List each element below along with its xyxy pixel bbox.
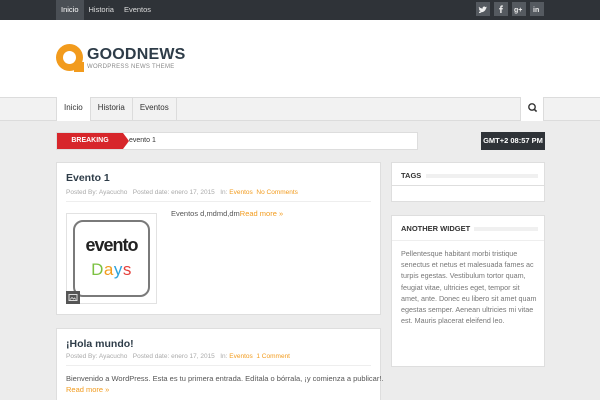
breaking-headline[interactable]: evento 1 xyxy=(129,133,156,149)
another-widget: ANOTHER WIDGET Pellentesque habitant mor… xyxy=(391,215,545,367)
post-excerpt: Eventos d,mdmd,dmRead more » xyxy=(171,209,283,218)
post-meta: Posted By: Ayacucho Posted date: enero 1… xyxy=(66,189,298,196)
post-card: ¡Hola mundo! Posted By: Ayacucho Posted … xyxy=(56,328,384,400)
widget-title: ANOTHER WIDGET xyxy=(401,224,471,233)
post-meta: Posted By: Ayacucho Posted date: enero 1… xyxy=(66,353,290,360)
logo-title[interactable]: GOODNEWS xyxy=(87,46,186,64)
post-excerpt: Bienvenido a WordPress. Esta es tu prime… xyxy=(66,374,384,383)
meta-date-label: Posted date: xyxy=(132,353,170,360)
main-nav-historia[interactable]: Historia xyxy=(91,97,133,121)
search-icon xyxy=(528,103,538,113)
svg-text:g+: g+ xyxy=(514,7,522,14)
meta-date: enero 17, 2015 xyxy=(171,189,215,196)
image-format-icon xyxy=(66,291,80,304)
tags-widget: TAGS xyxy=(391,162,545,186)
meta-date-label: Posted date: xyxy=(132,189,170,196)
thumbnail-logo: evento Days xyxy=(73,220,150,297)
widget-title-line xyxy=(426,174,538,178)
top-nav: Inicio Historia Eventos xyxy=(56,0,156,20)
meta-posted-by-label: Posted By: xyxy=(66,189,98,196)
linkedin-icon[interactable]: in xyxy=(530,2,544,16)
top-nav-eventos[interactable]: Eventos xyxy=(119,0,156,20)
thumbnail-logo-days: Days xyxy=(91,260,132,279)
main-nav: Inicio Historia Eventos xyxy=(56,97,177,121)
logo-icon[interactable] xyxy=(56,44,84,72)
meta-date: enero 17, 2015 xyxy=(171,353,215,360)
svg-text:in: in xyxy=(533,7,539,14)
meta-comments[interactable]: 1 Comment xyxy=(256,353,290,360)
widget-text: Pellentesque habitant morbi tristique se… xyxy=(401,249,537,326)
breaking-news-bar: BREAKING evento 1 xyxy=(56,132,418,150)
main-nav-inicio[interactable]: Inicio xyxy=(57,97,91,121)
meta-category[interactable]: Eventos xyxy=(229,189,253,196)
clock-display: GMT+2 08:57 PM xyxy=(481,132,545,150)
main-nav-eventos[interactable]: Eventos xyxy=(133,97,177,121)
post-title[interactable]: Evento 1 xyxy=(66,172,110,184)
thumbnail-logo-word: evento xyxy=(85,235,138,255)
top-nav-historia[interactable]: Historia xyxy=(84,0,119,20)
facebook-icon[interactable] xyxy=(494,2,508,16)
meta-in-label: In: xyxy=(220,353,228,360)
widget-title: TAGS xyxy=(401,171,422,180)
logo-subtitle: WORDPRESS NEWS THEME xyxy=(87,64,175,70)
meta-comments[interactable]: No Comments xyxy=(256,189,298,196)
divider xyxy=(66,365,371,366)
meta-author[interactable]: Ayacucho xyxy=(99,189,127,196)
post-title[interactable]: ¡Hola mundo! xyxy=(66,338,134,350)
google-plus-icon[interactable]: g+ xyxy=(512,2,526,16)
meta-category[interactable]: Eventos xyxy=(229,353,253,360)
meta-posted-by-label: Posted By: xyxy=(66,353,98,360)
divider xyxy=(392,240,544,241)
top-bar: Inicio Historia Eventos g+ in xyxy=(0,0,600,20)
social-links: g+ in xyxy=(476,2,544,16)
meta-author[interactable]: Ayacucho xyxy=(99,353,127,360)
tags-widget-body xyxy=(391,186,545,202)
post-card: Evento 1 Posted By: Ayacucho Posted date… xyxy=(56,162,381,315)
read-more-link[interactable]: Read more » xyxy=(240,209,283,218)
divider xyxy=(66,201,371,202)
top-nav-inicio[interactable]: Inicio xyxy=(56,0,84,20)
read-more-link[interactable]: Read more » xyxy=(66,385,109,394)
excerpt-text: Eventos d,mdmd,dm xyxy=(171,209,240,218)
twitter-icon[interactable] xyxy=(476,2,490,16)
meta-in-label: In: xyxy=(220,189,228,196)
breaking-label: BREAKING xyxy=(57,133,129,149)
widget-title-line xyxy=(474,227,538,231)
search-button[interactable] xyxy=(520,97,544,121)
